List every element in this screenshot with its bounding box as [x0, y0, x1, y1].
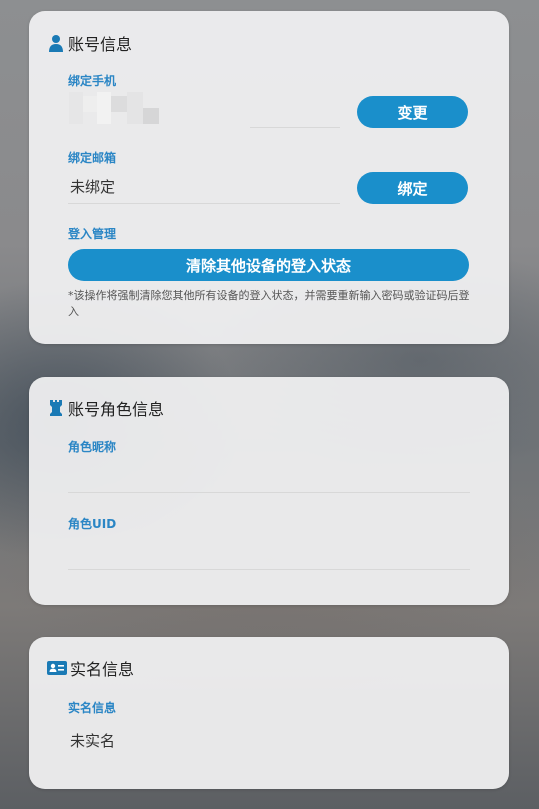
role-info-title-text: 账号角色信息 — [68, 400, 165, 419]
person-icon — [47, 34, 65, 52]
account-info-title-text: 账号信息 — [68, 35, 133, 54]
clear-sessions-note: *该操作将强制清除您其他所有设备的登入状态，并需要重新输入密码或验证码后登入 — [68, 289, 470, 318]
uid-field — [68, 536, 470, 570]
change-phone-button[interactable]: 变更 — [357, 96, 468, 128]
account-info-card: 账号信息 绑定手机 变更 绑定邮箱 未绑定 绑定 登入管理 清除其他设备的登入状… — [29, 11, 509, 344]
email-field: 未绑定 — [68, 170, 340, 204]
role-info-title: 账号角色信息 — [47, 396, 164, 420]
realname-label: 实名信息 — [68, 701, 117, 715]
account-info-title: 账号信息 — [47, 31, 132, 55]
email-label: 绑定邮箱 — [68, 151, 117, 165]
bind-email-button[interactable]: 绑定 — [357, 172, 468, 204]
nickname-field — [68, 459, 470, 493]
realname-info-title-text: 实名信息 — [70, 660, 135, 679]
clear-sessions-button[interactable]: 清除其他设备的登入状态 — [68, 249, 469, 281]
realname-info-title: 实名信息 — [47, 656, 134, 680]
role-info-card: 账号角色信息 角色昵称 角色UID — [29, 377, 509, 605]
realname-info-card: 实名信息 实名信息 未实名 — [29, 637, 509, 789]
realname-value: 未实名 — [70, 732, 116, 750]
chess-rook-icon — [47, 399, 65, 417]
uid-label: 角色UID — [68, 517, 117, 531]
nickname-label: 角色昵称 — [68, 440, 117, 454]
id-card-icon — [47, 659, 67, 677]
phone-value-masked — [69, 92, 159, 124]
phone-underline — [250, 127, 340, 128]
login-management-label: 登入管理 — [68, 227, 117, 241]
phone-label: 绑定手机 — [68, 74, 117, 88]
